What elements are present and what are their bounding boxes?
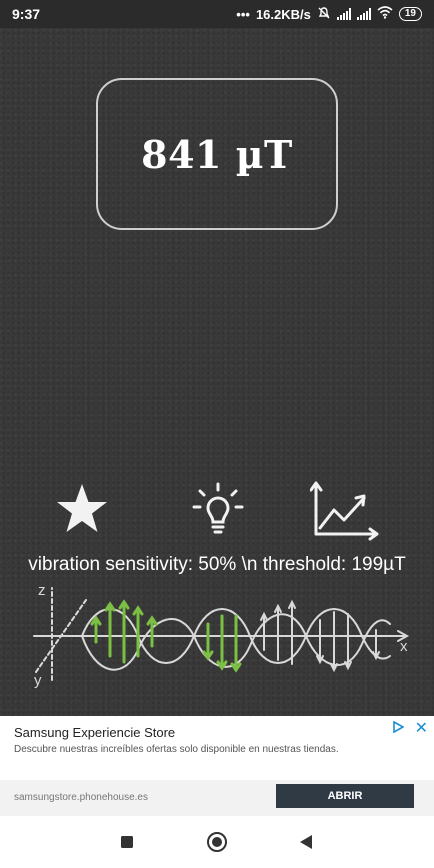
signal-icon <box>356 8 371 20</box>
sensitivity-threshold-text: vibration sensitivity: 50% \n threshold:… <box>28 554 406 575</box>
axis-label-z: z <box>38 582 46 599</box>
ad-open-button[interactable]: ABRIR <box>276 784 414 808</box>
axis-label-y: y <box>34 672 42 689</box>
signal-icon <box>336 8 351 20</box>
adchoices-icon[interactable] <box>392 720 405 738</box>
wifi-icon <box>377 6 393 22</box>
graph-icon[interactable] <box>309 478 379 542</box>
toolbar <box>0 478 434 542</box>
network-speed: 16.2KB/s <box>255 6 311 22</box>
reading-display: 841 µT <box>96 78 338 230</box>
ad-title[interactable]: Samsung Experiencie Store <box>14 725 175 740</box>
reading-value: 841 µT <box>141 131 293 177</box>
axis-label-x: x <box>400 638 408 655</box>
ad-banner[interactable]: Samsung Experiencie Store ✕ Descubre nue… <box>0 716 434 816</box>
status-icons: ••• 16.2KB/s 19 <box>236 6 422 23</box>
dots-icon: ••• <box>236 6 250 22</box>
navigation-bar <box>0 816 434 868</box>
recents-square-icon[interactable] <box>115 830 139 854</box>
star-icon[interactable] <box>50 478 114 542</box>
lightbulb-icon[interactable] <box>186 478 250 542</box>
battery-icon: 19 <box>398 7 422 21</box>
ad-description: Descubre nuestras increíbles ofertas sol… <box>14 744 339 755</box>
wave-illustration: z y x <box>24 580 416 692</box>
ad-url[interactable]: samsungstore.phonehouse.es <box>14 792 148 803</box>
status-bar: 9:37 ••• 16.2KB/s 19 <box>0 0 434 28</box>
back-triangle-icon[interactable] <box>294 830 318 854</box>
home-circle-icon[interactable] <box>205 830 229 854</box>
close-icon[interactable]: ✕ <box>415 718 428 738</box>
mute-icon <box>317 6 331 23</box>
status-time: 9:37 <box>12 6 41 22</box>
ad-footer: samsungstore.phonehouse.es ABRIR <box>0 780 434 816</box>
